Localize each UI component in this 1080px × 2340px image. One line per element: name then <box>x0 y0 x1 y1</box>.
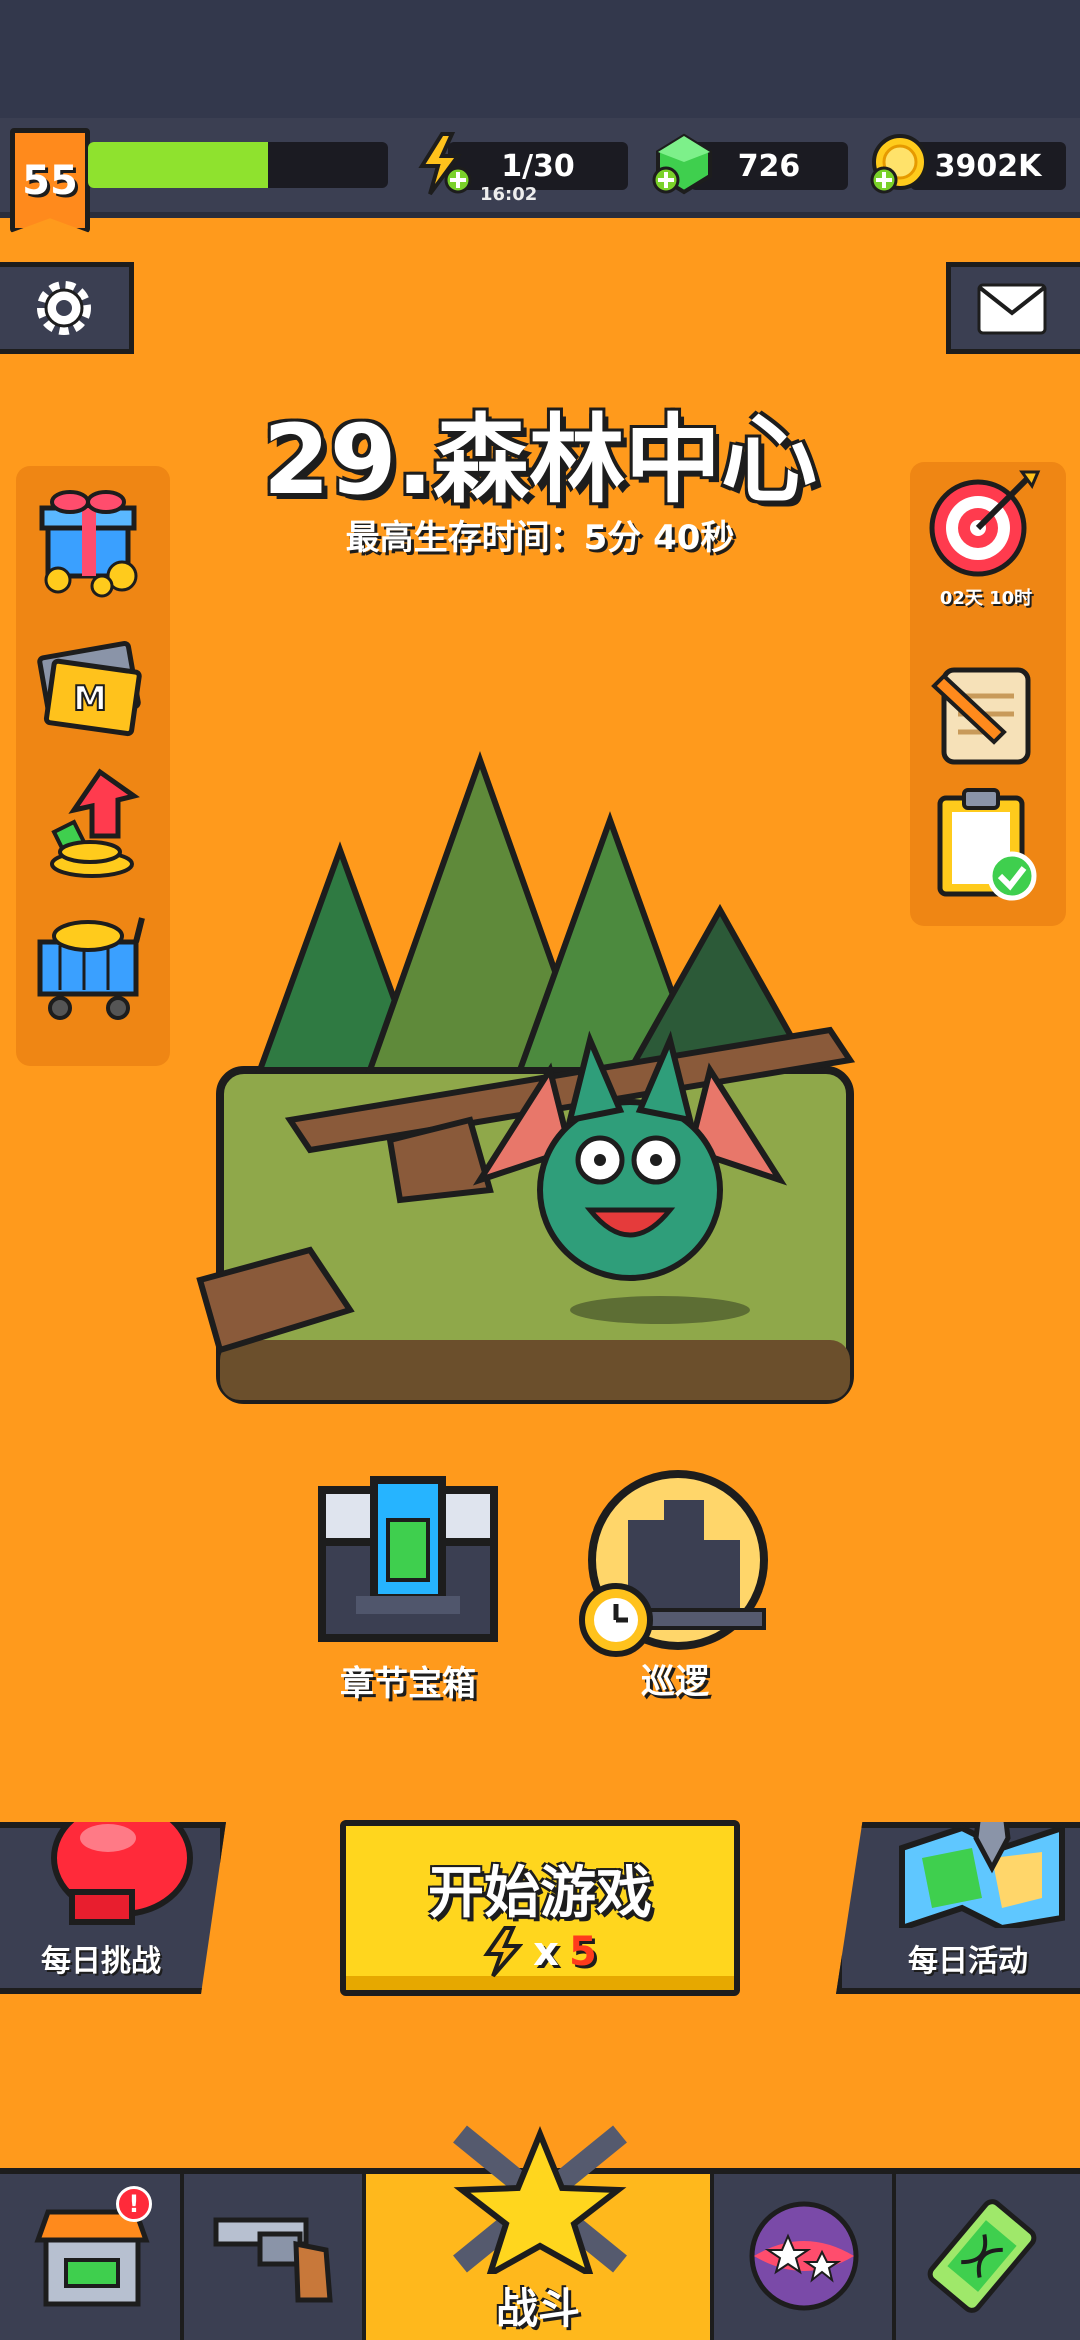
gear-icon <box>37 281 91 335</box>
forest-stage-art[interactable] <box>190 740 890 1440</box>
gem-value: 726 <box>737 148 801 184</box>
gold-coin-icon[interactable] <box>868 132 932 196</box>
start-game-button[interactable]: 开始游戏 x 5 <box>340 1820 740 1996</box>
nav-tab-evolution[interactable] <box>896 2174 1080 2340</box>
scroll-quest-icon[interactable] <box>924 656 1044 776</box>
energy-timer: 16:02 <box>480 184 538 205</box>
coin-value: 3902K <box>934 148 1042 184</box>
target-event-timer: 02天 10时 <box>939 588 1033 609</box>
chapter-chest-icon[interactable] <box>316 1476 500 1646</box>
energy-cost-bolt-icon <box>483 1926 524 1978</box>
dna-capsule-icon <box>927 2199 1037 2313</box>
nav-tab-talents[interactable] <box>714 2174 896 2340</box>
monthly-card-icon[interactable]: M <box>30 630 150 750</box>
shop-notification-badge: ! <box>116 2186 152 2222</box>
energy-value: 1/30 <box>501 148 575 184</box>
chapter-chest-label: 章节宝箱 <box>340 1664 476 1704</box>
daily-event-button[interactable]: 每日活动 <box>836 1822 1080 1994</box>
start-game-label: 开始游戏 <box>428 1861 652 1926</box>
nav-battle-label: 战斗 <box>495 2284 580 2333</box>
start-cost: x 5 <box>346 1926 734 1978</box>
coin-counter: 3902K <box>910 142 1066 190</box>
nav-tab-shop[interactable]: ! <box>0 2174 184 2340</box>
energy-bolt-icon[interactable] <box>412 132 476 196</box>
player-level-badge[interactable]: 55 <box>10 128 90 233</box>
mail-button[interactable] <box>946 262 1080 354</box>
battle-star-icon <box>453 2125 627 2274</box>
settings-button[interactable] <box>0 262 134 354</box>
xp-progress-fill <box>88 142 268 188</box>
boxing-glove-icon <box>51 1822 193 1925</box>
task-clipboard-icon[interactable] <box>924 784 1044 904</box>
status-strip <box>0 0 1080 118</box>
daily-event-label: 每日活动 <box>908 1944 1028 1979</box>
nav-tab-battle[interactable]: 战斗 <box>366 2125 714 2340</box>
nav-tab-weapons[interactable] <box>184 2174 366 2340</box>
growth-fund-icon[interactable] <box>30 766 150 886</box>
green-gem-icon[interactable] <box>652 132 716 196</box>
xp-progress-bar <box>88 142 388 188</box>
star-orb-icon <box>749 2201 859 2311</box>
patrol-label: 巡逻 <box>641 1662 709 1702</box>
cost-multiplier: x <box>533 1929 559 1975</box>
shopping-cart-icon[interactable] <box>30 906 150 1026</box>
target-event-icon[interactable] <box>922 466 1042 586</box>
cost-value: 5 <box>568 1929 597 1975</box>
svg-text:M: M <box>73 679 107 719</box>
daily-challenge-label: 每日挑战 <box>41 1944 161 1979</box>
gift-box-icon[interactable] <box>30 480 150 600</box>
daily-challenge-button[interactable]: 每日挑战 <box>0 1822 226 1994</box>
revolver-icon <box>213 2217 333 2303</box>
map-pin-icon <box>899 1822 1065 1928</box>
mail-envelope-icon <box>977 283 1047 335</box>
patrol-icon[interactable] <box>578 1470 776 1664</box>
